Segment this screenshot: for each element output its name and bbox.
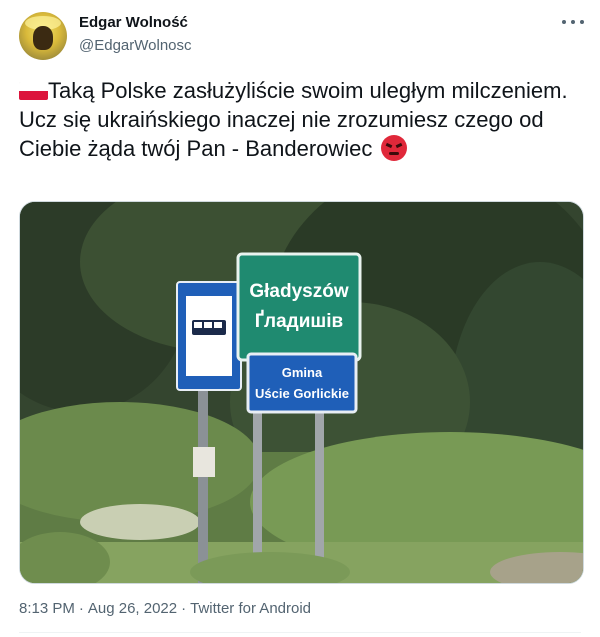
tweet-meta: 8:13 PM · Aug 26, 2022 · Twitter for Android [19, 600, 311, 617]
tweet-time[interactable]: 8:13 PM [19, 600, 75, 617]
meta-separator-2: · [181, 600, 187, 617]
tweet-text: Taką Polske zasłużyliście swoim uległym … [19, 76, 579, 163]
author-name[interactable]: Edgar Wolność [79, 14, 188, 31]
tweet-photo[interactable]: Gładyszów Ґладишів Gmina Uście Gorlickie [19, 201, 584, 584]
avatar[interactable] [19, 12, 67, 60]
sign-green-line2: Ґладишів [255, 310, 343, 332]
divider [19, 632, 581, 633]
flag-poland-icon [19, 82, 48, 100]
more-options-icon[interactable] [562, 14, 584, 30]
sign-blue-line1: Gmina [282, 365, 323, 380]
tweet-source[interactable]: Twitter for Android [190, 600, 311, 617]
sign-blue-line2: Uście Gorlickie [255, 386, 349, 401]
tweet-date[interactable]: Aug 26, 2022 [88, 600, 177, 617]
tweet-body: Taką Polske zasłużyliście swoim uległym … [19, 78, 568, 161]
avatar-face [33, 26, 53, 50]
sign-green-line1: Gładyszów [249, 281, 348, 302]
angry-face-icon [380, 135, 407, 161]
author-handle[interactable]: @EdgarWolnosc [79, 37, 192, 54]
meta-separator: · [78, 600, 84, 617]
photo-scene: Gładyszów Ґладишів Gmina Uście Gorlickie [20, 202, 583, 583]
